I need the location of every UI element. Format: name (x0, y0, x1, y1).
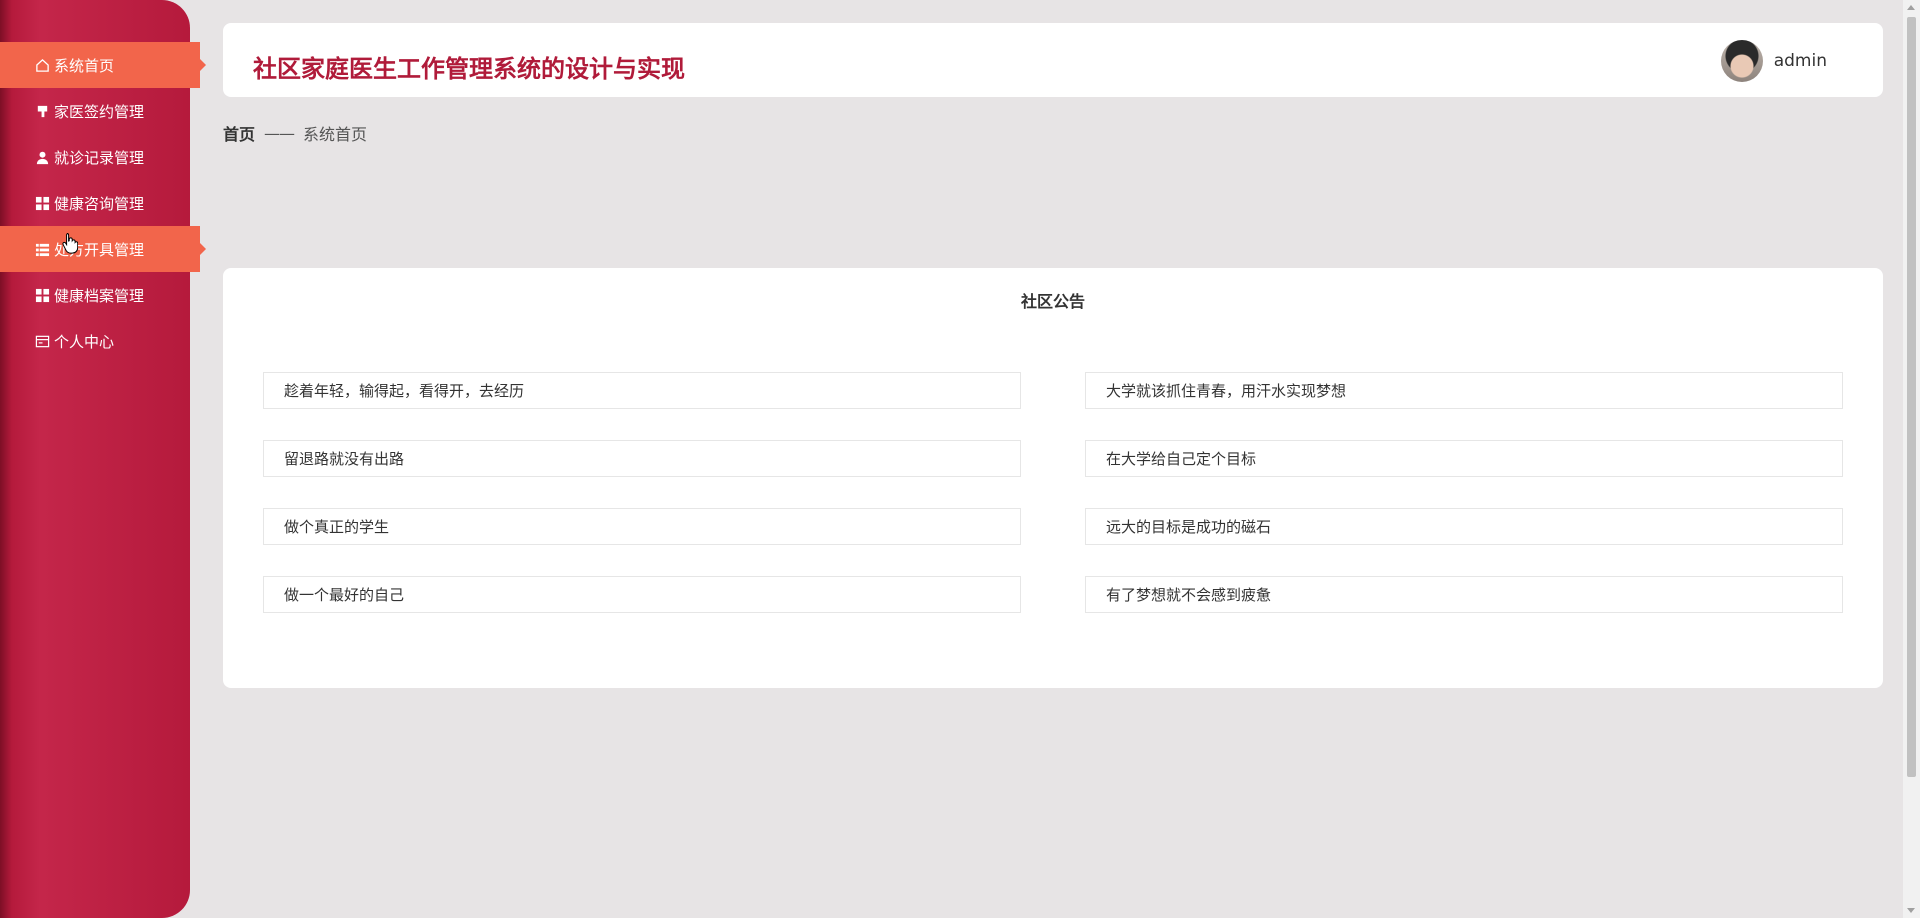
hand-cursor-icon (62, 233, 78, 254)
username[interactable]: admin (1774, 51, 1827, 71)
sidebar-item-label: 个人中心 (54, 332, 115, 351)
card-icon (34, 333, 50, 349)
sidebar-item-label: 健康咨询管理 (54, 194, 145, 213)
home-icon (34, 57, 50, 73)
notice-item[interactable]: 有了梦想就不会感到疲惫 (1085, 576, 1843, 613)
notice-panel: 社区公告 趁着年轻，输得起，看得开，去经历 大学就该抓住青春，用汗水实现梦想 留… (223, 268, 1883, 688)
sidebar-item-label: 家医签约管理 (54, 102, 145, 121)
notice-item[interactable]: 做一个最好的自己 (263, 576, 1021, 613)
breadcrumb: 首页 —— 系统首页 (223, 121, 367, 145)
scrollbar[interactable] (1903, 0, 1920, 918)
avatar[interactable] (1720, 40, 1763, 82)
sidebar-item-label: 系统首页 (54, 56, 115, 75)
notice-item[interactable]: 趁着年轻，输得起，看得开，去经历 (263, 372, 1021, 409)
notice-item[interactable]: 留退路就没有出路 (263, 440, 1021, 477)
scroll-thumb[interactable] (1907, 17, 1916, 777)
sidebar-item-label: 健康档案管理 (54, 286, 145, 305)
sidebar-item-signing[interactable]: 家医签约管理 (0, 88, 200, 134)
sidebar: 系统首页 家医签约管理 就诊记录管理 健康咨询管理 处方开具管理 健康档案管理 … (0, 0, 206, 918)
grid-icon (34, 287, 50, 303)
sidebar-item-visits[interactable]: 就诊记录管理 (0, 134, 200, 180)
user-menu[interactable]: admin (1720, 40, 1827, 82)
breadcrumb-home[interactable]: 首页 (223, 121, 255, 145)
scroll-up-icon[interactable] (1907, 5, 1915, 10)
sidebar-item-consult[interactable]: 健康咨询管理 (0, 180, 200, 226)
notice-item[interactable]: 远大的目标是成功的磁石 (1085, 508, 1843, 545)
list-icon (34, 241, 50, 257)
user-icon (34, 149, 50, 165)
notice-list: 趁着年轻，输得起，看得开，去经历 大学就该抓住青春，用汗水实现梦想 留退路就没有… (263, 372, 1843, 613)
grid-icon (34, 195, 50, 211)
notice-item[interactable]: 做个真正的学生 (263, 508, 1021, 545)
notice-item[interactable]: 大学就该抓住青春，用汗水实现梦想 (1085, 372, 1843, 409)
sidebar-item-label: 就诊记录管理 (54, 148, 145, 167)
notice-item[interactable]: 在大学给自己定个目标 (1085, 440, 1843, 477)
sidebar-item-profile[interactable]: 个人中心 (0, 318, 200, 364)
sidebar-menu: 系统首页 家医签约管理 就诊记录管理 健康咨询管理 处方开具管理 健康档案管理 … (0, 42, 206, 364)
header: 社区家庭医生工作管理系统的设计与实现 admin (223, 23, 1883, 97)
stamp-icon (34, 103, 50, 119)
sidebar-item-home[interactable]: 系统首页 (0, 42, 206, 88)
breadcrumb-separator: —— (264, 123, 295, 143)
breadcrumb-current: 系统首页 (303, 125, 368, 144)
sidebar-item-prescription[interactable]: 处方开具管理 (0, 226, 206, 272)
sidebar-item-records[interactable]: 健康档案管理 (0, 272, 200, 318)
scroll-down-icon[interactable] (1907, 908, 1915, 913)
notice-title: 社区公告 (1020, 292, 1085, 311)
page-title: 社区家庭医生工作管理系统的设计与实现 (253, 55, 685, 83)
